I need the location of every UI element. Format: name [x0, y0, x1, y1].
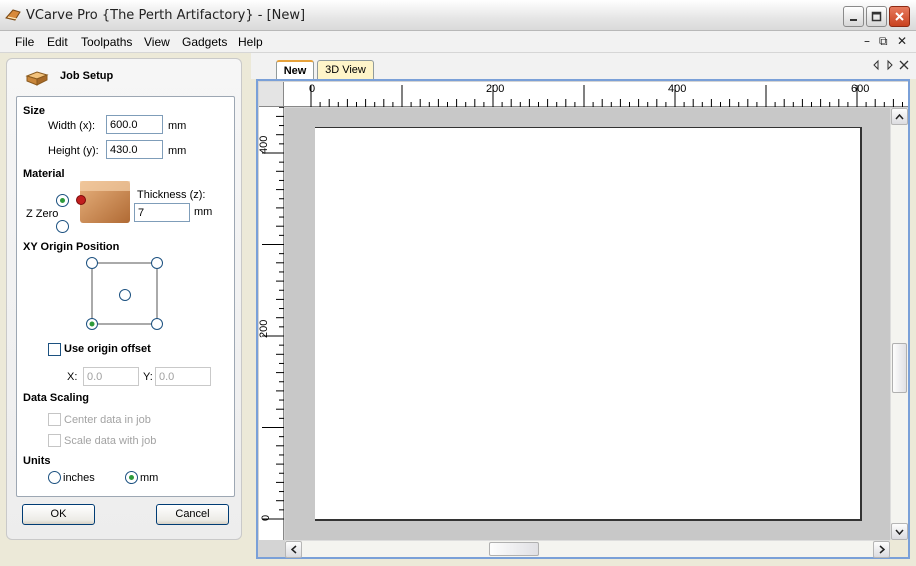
width-unit: mm [168, 120, 187, 132]
mdi-restore-button[interactable]: ⧉ [879, 34, 888, 49]
scrollbar-corner [890, 540, 908, 557]
offset-y-label: Y: [143, 371, 153, 383]
thickness-unit: mm [194, 206, 213, 218]
height-label: Height (y): [48, 145, 99, 157]
units-inches-label: inches [63, 472, 95, 484]
use-origin-offset-checkbox[interactable] [48, 343, 61, 356]
units-mm-label: mm [140, 472, 159, 484]
origin-center-radio[interactable] [119, 289, 131, 301]
panel-title: Job Setup [60, 70, 114, 82]
material-block-image [76, 181, 130, 223]
scroll-down-button[interactable] [891, 523, 908, 540]
scroll-left-button[interactable] [285, 541, 302, 558]
job-setup-icon [25, 71, 49, 86]
maximize-icon [871, 11, 882, 22]
cancel-button[interactable]: Cancel [156, 504, 229, 525]
width-input[interactable] [106, 115, 163, 134]
vertical-scrollbar[interactable] [890, 108, 908, 540]
tab-3d-view[interactable]: 3D View [317, 60, 374, 79]
zzero-bottom-radio[interactable] [56, 220, 69, 233]
tab-close-icon[interactable] [899, 60, 909, 70]
menu-toolpaths[interactable]: Toolpaths [81, 35, 132, 49]
height-input[interactable] [106, 140, 163, 159]
offset-x-input[interactable] [83, 367, 139, 386]
mdi-close-button[interactable]: ✕ [897, 34, 907, 48]
ruler-top-label-200: 200 [486, 83, 505, 95]
tab-scroll-right-icon[interactable] [887, 59, 893, 71]
ruler-top [284, 82, 908, 107]
ruler-top-label-400: 400 [668, 83, 687, 95]
menu-view[interactable]: View [144, 35, 170, 49]
menu-edit[interactable]: Edit [47, 35, 68, 49]
origin-top-right-radio[interactable] [151, 257, 163, 269]
origin-top-left-radio[interactable] [86, 257, 98, 269]
origin-bottom-right-radio[interactable] [151, 318, 163, 330]
units-heading: Units [23, 455, 51, 467]
center-data-checkbox[interactable] [48, 413, 61, 426]
offset-x-label: X: [67, 371, 78, 383]
ruler-left-label-400: 400 [258, 135, 270, 154]
chevron-down-icon [895, 529, 904, 535]
data-scaling-heading: Data Scaling [23, 392, 90, 404]
units-mm-radio[interactable] [125, 471, 138, 484]
ruler-left-label-0: 0 [260, 514, 272, 521]
horizontal-scrollbar[interactable] [285, 540, 890, 558]
vertical-scroll-thumb[interactable] [892, 343, 907, 393]
thickness-label: Thickness (z): [137, 189, 206, 201]
units-inches-radio[interactable] [48, 471, 61, 484]
chevron-left-icon [290, 545, 296, 554]
tab-new[interactable]: New [276, 60, 314, 79]
ok-button[interactable]: OK [22, 504, 95, 525]
menu-file[interactable]: File [15, 35, 34, 49]
vcarve-app-icon[interactable] [5, 8, 21, 22]
tab-scroll-left-icon[interactable] [873, 59, 879, 71]
zzero-label: Z Zero [26, 208, 59, 220]
xy-origin-heading: XY Origin Position [23, 241, 120, 253]
scroll-up-button[interactable] [891, 108, 908, 125]
tab-nav-controls [873, 59, 909, 71]
job-material-boundary [315, 127, 862, 521]
ruler-top-ticks [310, 85, 903, 107]
horizontal-scroll-thumb[interactable] [489, 542, 539, 556]
close-icon [895, 12, 904, 21]
material-heading: Material [23, 168, 65, 180]
menu-bar: File Edit Toolpaths View Gadgets Help – … [0, 31, 916, 53]
scale-data-checkbox[interactable] [48, 434, 61, 447]
width-label: Width (x): [48, 120, 96, 132]
window-title: VCarve Pro {The Perth Artifactory} - [Ne… [26, 8, 306, 23]
ruler-corner [259, 82, 284, 107]
minimize-button[interactable] [843, 6, 864, 27]
zzero-top-radio[interactable] [56, 194, 69, 207]
origin-selected-dot [89, 321, 95, 327]
chevron-right-icon [879, 545, 885, 554]
title-bar: VCarve Pro {The Perth Artifactory} - [Ne… [0, 0, 916, 31]
ruler-top-label-0: 0 [309, 83, 316, 95]
ruler-left-label-200: 200 [258, 319, 270, 338]
height-unit: mm [168, 145, 187, 157]
mdi-minimize-button[interactable]: – [864, 34, 870, 48]
center-data-label: Center data in job [64, 414, 151, 426]
menu-gadgets[interactable]: Gadgets [182, 35, 227, 49]
chevron-up-icon [895, 113, 904, 119]
origin-position-selector [86, 257, 163, 330]
ruler-top-label-600: 600 [851, 83, 870, 95]
maximize-button[interactable] [866, 6, 887, 27]
size-heading: Size [23, 105, 46, 117]
use-origin-offset-label: Use origin offset [64, 343, 151, 355]
menu-help[interactable]: Help [238, 35, 263, 49]
minimize-icon [850, 19, 857, 21]
scroll-right-button[interactable] [873, 541, 890, 558]
offset-y-input[interactable] [155, 367, 211, 386]
scale-data-label: Scale data with job [64, 435, 157, 447]
thickness-input[interactable] [134, 203, 190, 222]
close-button[interactable] [889, 6, 910, 27]
